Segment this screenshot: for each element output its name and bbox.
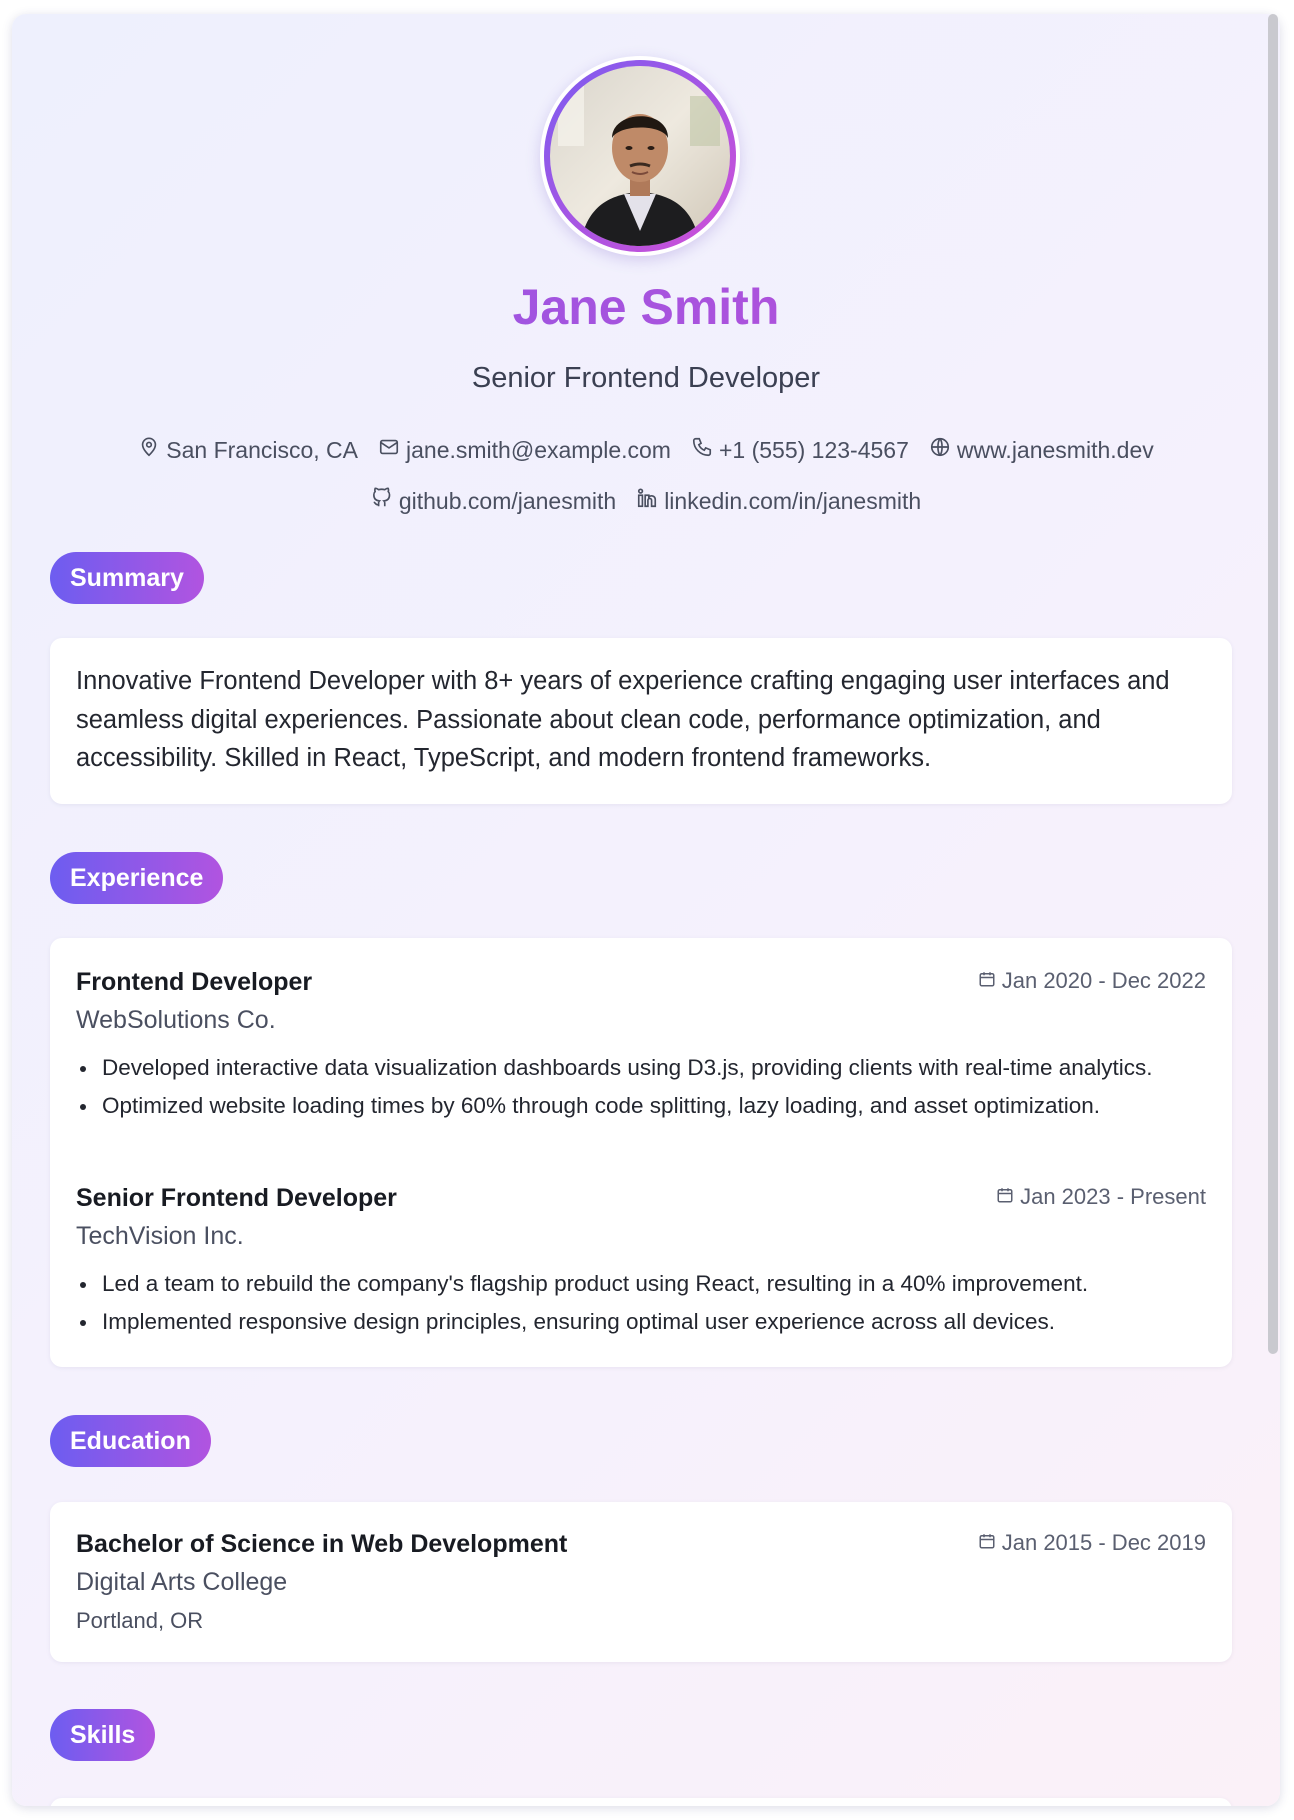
- scrollbar[interactable]: [1268, 14, 1278, 1354]
- contact-linkedin[interactable]: linkedin.com/in/janesmith: [636, 487, 921, 515]
- job-company: TechVision Inc.: [76, 1222, 244, 1250]
- job-company: WebSolutions Co.: [76, 1006, 276, 1034]
- section-heading-summary: Summary: [50, 552, 204, 604]
- education-dates: Jan 2015 - Dec 2019: [978, 1530, 1206, 1556]
- map-pin-icon: [138, 436, 160, 464]
- resume-page: Jane Smith Senior Frontend Developer San…: [12, 14, 1280, 1806]
- contact-phone[interactable]: +1 (555) 123-4567: [691, 436, 909, 464]
- contact-github[interactable]: github.com/janesmith: [371, 487, 616, 515]
- contact-website[interactable]: www.janesmith.dev: [929, 436, 1154, 464]
- list-item: Implemented responsive design principles…: [76, 1306, 1206, 1338]
- skills-card: [50, 1798, 1232, 1806]
- calendar-icon: [996, 1184, 1014, 1210]
- phone-icon: [691, 436, 713, 464]
- summary-card: Innovative Frontend Developer with 8+ ye…: [50, 638, 1232, 804]
- avatar-border: [544, 60, 736, 252]
- job-bullets: Developed interactive data visualization…: [76, 1052, 1206, 1128]
- experience-item: Senior Frontend Developer TechVision Inc…: [76, 1184, 1206, 1354]
- job-dates: Jan 2023 - Present: [996, 1184, 1206, 1210]
- job-dates: Jan 2020 - Dec 2022: [978, 968, 1206, 994]
- experience-item: Frontend Developer WebSolutions Co. Jan …: [76, 968, 1206, 1168]
- section-heading-skills: Skills: [50, 1709, 156, 1761]
- job-role: Senior Frontend Developer: [76, 1184, 397, 1212]
- degree-title: Bachelor of Science in Web Development: [76, 1530, 568, 1558]
- mail-icon: [378, 436, 400, 464]
- contact-email[interactable]: jane.smith@example.com: [378, 436, 671, 464]
- list-item: Optimized website loading times by 60% t…: [76, 1090, 1206, 1122]
- globe-icon: [929, 436, 951, 464]
- list-item: Developed interactive data visualization…: [76, 1052, 1206, 1084]
- section-heading-experience: Experience: [50, 852, 224, 904]
- profile-photo: [550, 66, 730, 246]
- school-location: Portland, OR: [76, 1608, 204, 1633]
- school-name: Digital Arts College: [76, 1568, 288, 1596]
- list-item: Led a team to rebuild the company's flag…: [76, 1268, 1206, 1300]
- experience-card: Frontend Developer WebSolutions Co. Jan …: [50, 938, 1232, 1367]
- job-role: Frontend Developer: [76, 968, 313, 996]
- education-item: Bachelor of Science in Web Development D…: [76, 1530, 1206, 1640]
- contact-row: San Francisco, CA jane.smith@example.com…: [12, 436, 1280, 464]
- section-heading-education: Education: [50, 1415, 211, 1467]
- job-bullets: Led a team to rebuild the company's flag…: [76, 1268, 1206, 1344]
- job-title: Senior Frontend Developer: [471, 362, 821, 394]
- github-icon: [371, 487, 393, 515]
- linkedin-icon: [636, 487, 658, 515]
- candidate-name: Jane Smith: [12, 278, 1280, 336]
- calendar-icon: [978, 968, 996, 994]
- contact-row-social: github.com/janesmith linkedin.com/in/jan…: [12, 487, 1280, 515]
- contact-location: San Francisco, CA: [138, 436, 358, 464]
- summary-text: Innovative Frontend Developer with 8+ ye…: [76, 667, 1170, 772]
- calendar-icon: [978, 1530, 996, 1556]
- avatar: [540, 56, 740, 256]
- education-card: Bachelor of Science in Web Development D…: [50, 1502, 1232, 1662]
